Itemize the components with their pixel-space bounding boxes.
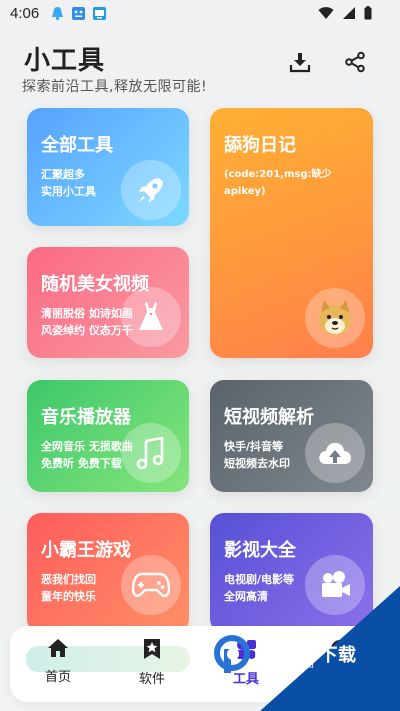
nav-label: 首页 (44, 670, 71, 685)
card-title: 舔狗日记 (224, 135, 296, 156)
watermark-subtext: PCPOP Download (256, 663, 314, 670)
card-description: 快手/抖音等 短视频去水印 (224, 440, 290, 470)
status-bar: 4:06 (0, 0, 400, 28)
card-random-video[interactable]: 随机美女视频 清丽脱俗 如诗如画 风姿绰约 仪态万千 (27, 247, 189, 358)
cloud-upload-icon (305, 423, 365, 483)
card-short-video-parse[interactable]: 短视频解析 快手/抖音等 短视频去水印 (210, 380, 373, 492)
share-icon (344, 51, 366, 77)
status-time: 4:06 (10, 5, 40, 22)
share-button[interactable] (343, 51, 367, 77)
rocket-icon (121, 160, 181, 220)
card-description: 恶我们找回 童年的快乐 (41, 573, 96, 603)
home-icon (47, 639, 69, 662)
card-all-tools[interactable]: 全部工具 汇聚超多 实用小工具 (27, 108, 189, 226)
wifi-icon (318, 5, 334, 24)
bookmark-star-icon (143, 639, 161, 664)
card-description: 清丽脱俗 如诗如画 风姿绰约 仪态万千 (41, 307, 133, 337)
card-title: 短视频解析 (224, 407, 314, 428)
card-title: 全部工具 (41, 135, 113, 156)
notification-app-icon-2 (71, 6, 86, 21)
page-title: 小工具 (24, 46, 106, 76)
card-title: 影视大全 (224, 540, 296, 561)
music-note-icon (121, 423, 181, 483)
doge-icon (305, 288, 365, 348)
nav-item-software[interactable]: 软件 (122, 638, 182, 687)
card-title: 音乐播放器 (41, 407, 131, 428)
watermark: PCPOP下载 PCPOP Download (214, 633, 400, 677)
download-button[interactable] (288, 52, 312, 76)
notification-app-icon-1 (50, 6, 65, 21)
card-music-player[interactable]: 音乐播放器 全网音乐 无损歌曲 免费听 免费下载 (27, 380, 189, 492)
signal-icon (342, 5, 356, 24)
nav-label: 软件 (138, 672, 165, 687)
battery-icon (364, 5, 372, 24)
card-lick-dog-diary[interactable]: 舔狗日记 (code:201,msg:缺少apikey) (210, 108, 373, 358)
download-icon (289, 51, 311, 77)
dress-icon (121, 287, 181, 347)
card-description: 汇聚超多 实用小工具 (41, 168, 96, 198)
gamepad-icon (121, 555, 181, 615)
notification-app-icon-3 (92, 6, 107, 21)
nav-item-home[interactable]: 首页 (28, 638, 88, 685)
card-description: 全网音乐 无损歌曲 免费听 免费下载 (41, 440, 133, 470)
card-description: (code:201,msg:缺少apikey) (224, 169, 332, 197)
pcpop-logo-icon (214, 635, 254, 679)
page-subtitle: 探索前沿工具,释放无限可能! (22, 79, 208, 95)
card-game[interactable]: 小霸王游戏 恶我们找回 童年的快乐 (27, 513, 189, 633)
card-title: 小霸王游戏 (41, 540, 131, 561)
